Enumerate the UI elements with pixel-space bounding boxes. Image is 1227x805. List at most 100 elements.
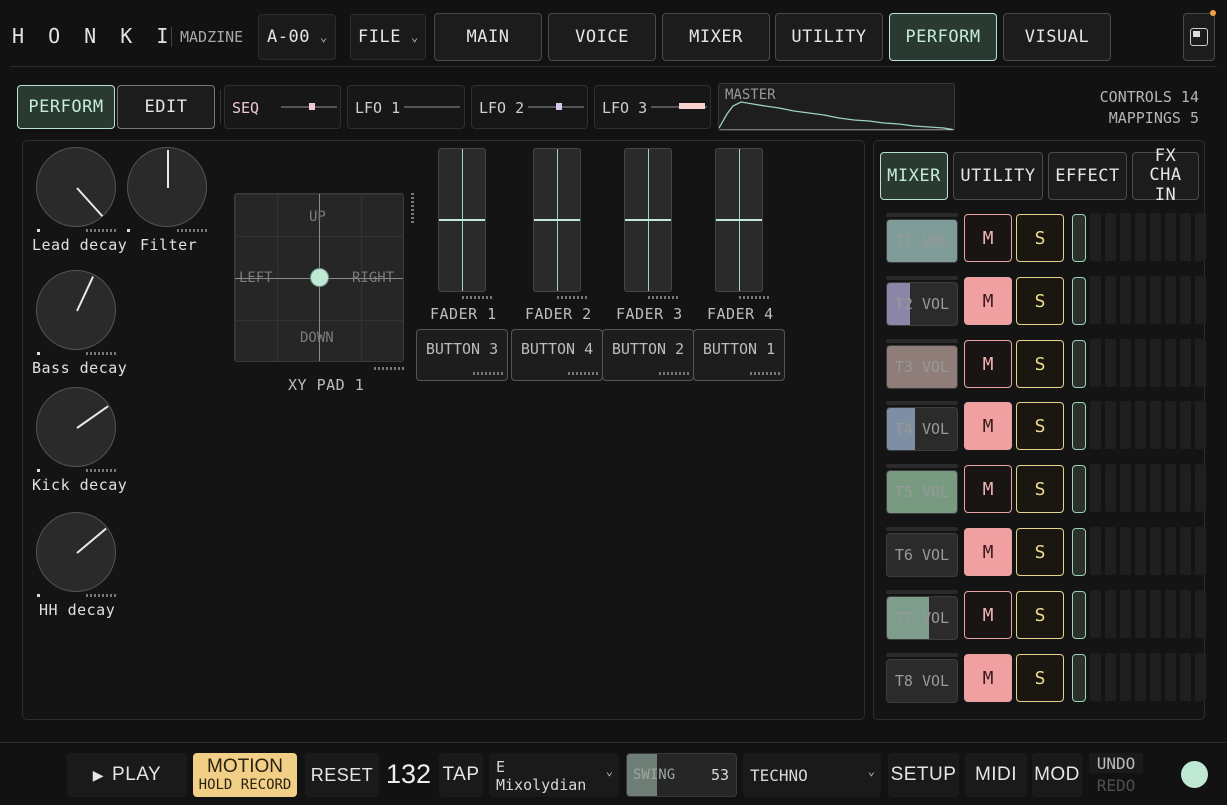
knob-bass-decay[interactable] [36,270,116,350]
scale-select[interactable]: E Mixolydian ⌄ [489,753,619,797]
level-meter-segment [1150,339,1161,387]
solo-button[interactable]: S [1016,402,1064,450]
chevron-down-icon: ⌄ [410,30,419,44]
xy-label-left: LEFT [239,270,273,286]
tab-mixer[interactable]: MIXER [662,13,770,61]
track-volume-slider[interactable]: T4 VOL [886,407,958,451]
mute-button[interactable]: M [964,214,1012,262]
mod-lfo-3[interactable]: LFO 3 [594,85,711,129]
pad-button-label: BUTTON 3 [425,340,499,358]
undo-button[interactable]: UNDO [1089,753,1143,773]
fader-handle[interactable] [439,219,485,221]
pad-button-1[interactable]: BUTTON 1 [693,329,785,381]
track-volume-slider[interactable]: T6 VOL [886,533,958,577]
track-volume-slider[interactable]: T7 VOL [886,596,958,640]
solo-button[interactable]: S [1016,277,1064,325]
mode-edit-button[interactable]: EDIT [117,85,215,129]
level-meter-segment [1105,213,1116,261]
swing-slider[interactable]: SWING 53 [626,753,737,797]
tap-button[interactable]: TAP [439,753,483,797]
track-volume-label: T2 VOL [894,295,950,313]
track-volume-slider[interactable]: T8 VOL [886,659,958,703]
tab-main[interactable]: MAIN [434,13,542,61]
level-meter-segment [1120,339,1131,387]
fader-handle[interactable] [716,219,762,221]
mod-lfo-2[interactable]: LFO 2 [471,85,588,129]
mute-button[interactable]: M [964,528,1012,576]
solo-button[interactable]: S [1016,654,1064,702]
mute-button[interactable]: M [964,277,1012,325]
window-toggle-button[interactable] [1183,13,1215,61]
track-volume-slider[interactable]: T2 VOL [886,282,958,326]
redo-button[interactable]: REDO [1089,776,1143,796]
right-tab-fx-chain[interactable]: FX CHAIN [1132,146,1199,205]
mod-button[interactable]: MOD [1032,753,1082,797]
solo-button[interactable]: S [1016,340,1064,388]
knob-indicator [167,150,169,188]
reset-button[interactable]: RESET [305,753,379,797]
mute-button[interactable]: M [964,465,1012,513]
play-button[interactable]: ▶ PLAY [67,753,187,797]
fader-1[interactable] [438,148,486,292]
track-level-meter [1072,402,1086,450]
level-meter-segment [1105,339,1116,387]
right-tab-effect[interactable]: EFFECT [1048,152,1127,200]
knob-indicator [76,187,104,217]
tab-perform[interactable]: PERFORM [889,13,997,61]
mod-lfo-1[interactable]: LFO 1 [347,85,465,129]
solo-button[interactable]: S [1016,591,1064,639]
right-tab-mixer[interactable]: MIXER [880,152,948,200]
fader-handle[interactable] [625,219,671,221]
knob-kick-decay[interactable] [36,387,116,467]
level-meter-segment [1150,527,1161,575]
xy-pad-label: XY PAD 1 [288,376,365,394]
pad-button-2[interactable]: BUTTON 2 [602,329,694,381]
setup-button[interactable]: SETUP [888,753,959,797]
mute-button[interactable]: M [964,340,1012,388]
tab-visual[interactable]: VISUAL [1003,13,1111,61]
tab-utility[interactable]: UTILITY [775,13,883,61]
level-meter-segment [1090,527,1101,575]
preset-select[interactable]: A-00 ⌄ [258,14,336,60]
level-meter-segment [1090,590,1101,638]
solo-button[interactable]: S [1016,528,1064,576]
pad-button-label: BUTTON 2 [611,340,685,358]
solo-button[interactable]: S [1016,214,1064,262]
mod-seq-label: SEQ [232,99,260,117]
mod-seq[interactable]: SEQ [224,85,341,129]
track-volume-label: T6 VOL [894,546,950,564]
knob-filter[interactable] [127,147,207,227]
style-select[interactable]: TECHNO ⌄ [743,753,881,797]
tab-voice[interactable]: VOICE [548,13,656,61]
xy-pad[interactable]: UP DOWN LEFT RIGHT [234,193,404,362]
knob-lead-decay[interactable] [36,147,116,227]
motion-record-button[interactable]: MOTION HOLD RECORD [193,753,297,797]
pad-button-3[interactable]: BUTTON 3 [416,329,508,381]
divider [220,90,221,124]
bpm-value[interactable]: 132 [386,759,431,790]
fader-3[interactable] [624,148,672,292]
track-volume-slider[interactable]: T1 VOL [886,219,958,263]
play-label: PLAY [112,764,162,785]
mode-perform-button[interactable]: PERFORM [17,85,115,129]
level-meter-segment [1120,527,1131,575]
right-tab-utility[interactable]: UTILITY [953,152,1043,200]
midi-button[interactable]: MIDI [965,753,1027,797]
level-meter-segment [1120,276,1131,324]
fader-4[interactable] [715,148,763,292]
pad-button-4[interactable]: BUTTON 4 [511,329,603,381]
level-meter-segment [1135,276,1146,324]
track-volume-slider[interactable]: T5 VOL [886,470,958,514]
solo-button[interactable]: S [1016,465,1064,513]
fader-handle[interactable] [534,219,580,221]
fader-2[interactable] [533,148,581,292]
file-menu[interactable]: FILE ⌄ [350,14,426,60]
knob-label-hh-decay: HH decay [39,601,116,619]
mute-button[interactable]: M [964,402,1012,450]
xy-pad-handle[interactable] [310,268,329,287]
mute-button[interactable]: M [964,654,1012,702]
mute-button[interactable]: M [964,591,1012,639]
knob-hh-decay[interactable] [36,512,116,592]
level-meter-segment [1090,276,1101,324]
track-volume-slider[interactable]: T3 VOL [886,345,958,389]
